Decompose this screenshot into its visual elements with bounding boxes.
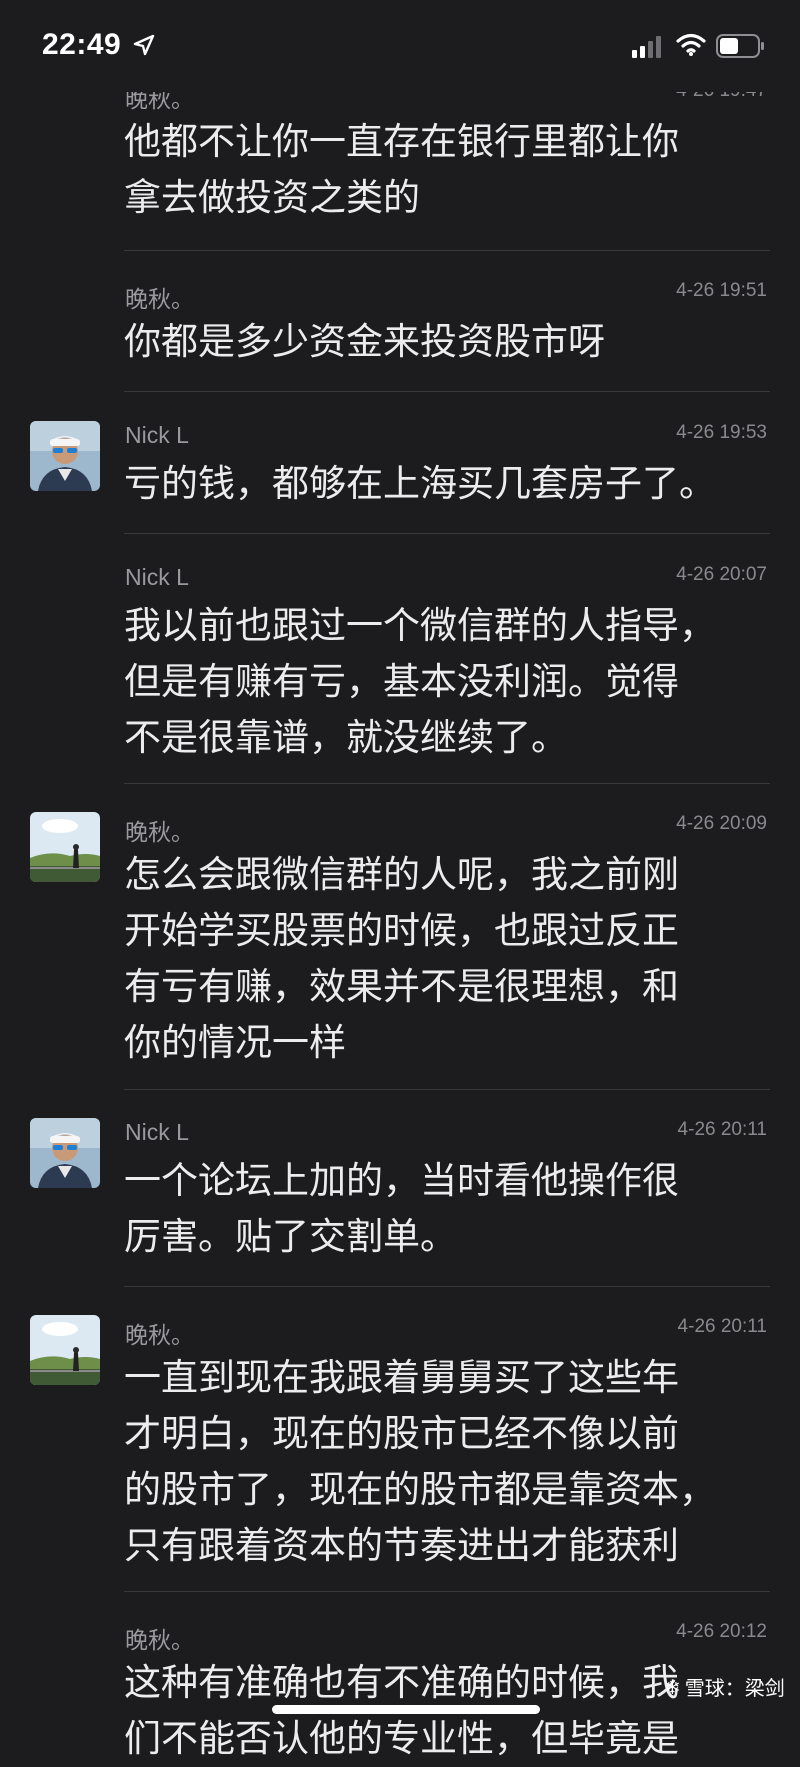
avatar-wanqiu[interactable] xyxy=(30,812,100,882)
divider xyxy=(124,391,770,392)
message-text: 一直到现在我跟着舅舅买了这些年 才明白，现在的股市已经不像以前 的股市了，现在的股市… xyxy=(124,1356,716,1567)
divider xyxy=(124,1089,770,1090)
sender-name: Nick L xyxy=(125,1119,189,1145)
xueqiu-watermark: ❄ 雪球：梁剑 xyxy=(664,1672,785,1701)
sender-name: 晚秋。 xyxy=(125,286,194,312)
home-indicator[interactable] xyxy=(272,1705,540,1714)
message-time: 4-26 19:51 xyxy=(676,280,767,301)
divider xyxy=(124,250,770,251)
message-text: 一个论坛上加的，当时看他操作很 厉害。贴了交割单。 xyxy=(124,1159,679,1258)
snowball-logo-icon: ❄ xyxy=(664,1674,681,1699)
message-time: 4-26 19:53 xyxy=(676,422,767,443)
divider xyxy=(124,1286,770,1287)
message-text: 你都是多少资金来投资股市呀 xyxy=(124,320,605,363)
watermark-text: 雪球：梁剑 xyxy=(684,1676,785,1700)
message-time: 4-26 20:11 xyxy=(677,1119,767,1140)
sender-name: 晚秋。 xyxy=(125,1322,194,1348)
divider xyxy=(124,533,770,534)
avatar-nick[interactable] xyxy=(30,421,100,491)
message-text: 他都不让你一直存在银行里都让你 拿去做投资之类的 xyxy=(124,120,679,219)
status-time: 22:49 xyxy=(42,28,122,61)
divider xyxy=(124,783,770,784)
message-time: 4-26 20:09 xyxy=(676,813,767,834)
wifi-icon xyxy=(676,33,706,56)
location-arrow-icon xyxy=(133,34,155,56)
sender-name: Nick L xyxy=(125,422,189,448)
sender-name: Nick L xyxy=(125,564,189,590)
cellular-signal-icon xyxy=(632,36,661,58)
message-text: 怎么会跟微信群的人呢，我之前刚 开始学买股票的时候，也跟过反正 有亏有赚，效果并不是… xyxy=(124,853,679,1064)
message-time: 4-26 20:07 xyxy=(676,564,767,585)
divider xyxy=(124,1591,770,1592)
sender-name: 晚秋。 xyxy=(125,1627,194,1653)
avatar-wanqiu[interactable] xyxy=(30,1315,100,1385)
message-time: 4-26 20:11 xyxy=(677,1316,767,1337)
avatar-nick[interactable] xyxy=(30,1118,100,1188)
status-bar: 22:49 xyxy=(0,0,800,92)
sender-name: 晚秋。 xyxy=(125,819,194,845)
message-text: 亏的钱，都够在上海买几套房子了。 xyxy=(124,462,716,505)
message-text: 我以前也跟过一个微信群的人指导， 但是有赚有亏，基本没利润。觉得 不是很靠谱，就没继… xyxy=(124,604,716,759)
message-time: 4-26 20:12 xyxy=(676,1621,767,1642)
battery-icon xyxy=(716,34,764,58)
